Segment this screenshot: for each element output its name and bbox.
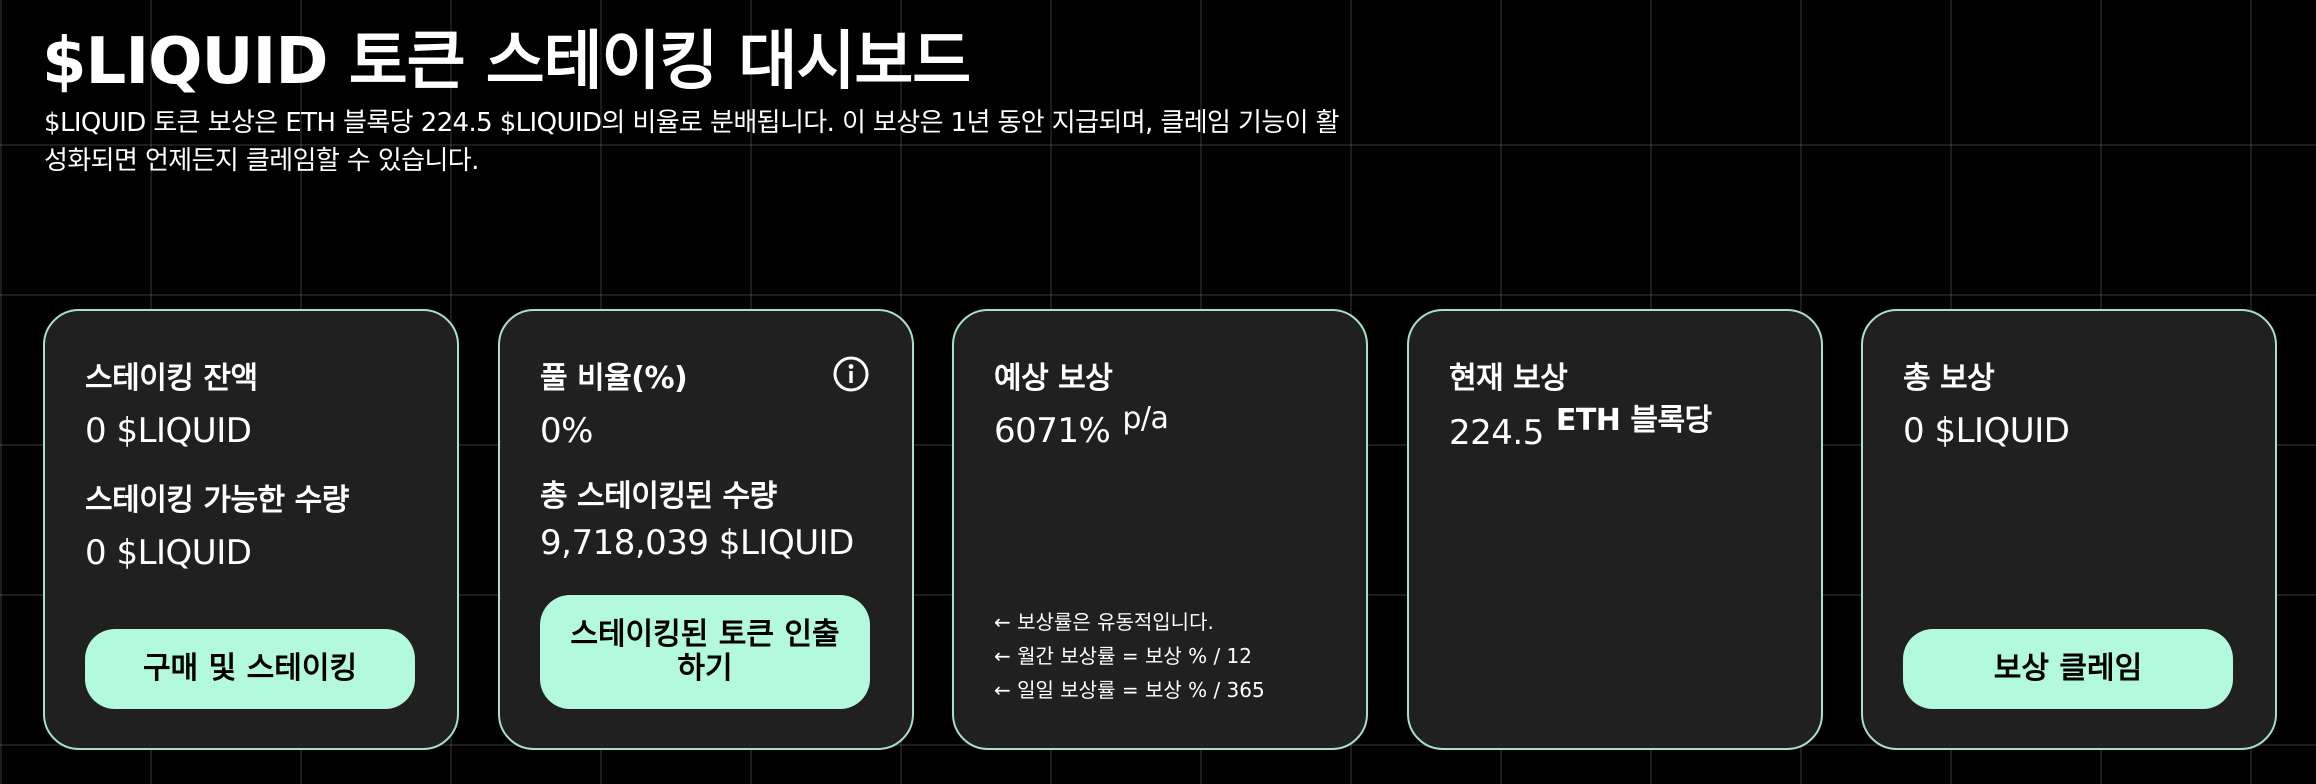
total-reward-value: 0 $LIQUID bbox=[1903, 411, 2070, 451]
buy-and-stake-button[interactable]: 구매 및 스테이킹 bbox=[85, 629, 415, 709]
expected-reward-value-row: 6071% p/a bbox=[994, 401, 1169, 451]
claim-reward-button[interactable]: 보상 클레임 bbox=[1903, 629, 2233, 709]
staking-balance-label: 스테이킹 잔액 bbox=[85, 361, 258, 396]
current-reward-card: 현재 보상 224.5 ETH 블록당 bbox=[1407, 309, 1823, 750]
stakeable-amount-label: 스테이킹 가능한 수량 bbox=[85, 483, 349, 518]
withdraw-staked-tokens-button[interactable]: 스테이킹된 토큰 인출하기 bbox=[540, 595, 870, 709]
pool-ratio-label: 풀 비율(%) bbox=[540, 361, 688, 396]
staking-balance-value: 0 $LIQUID bbox=[85, 411, 252, 451]
pool-ratio-value: 0% bbox=[540, 411, 593, 451]
current-reward-value-row: 224.5 ETH 블록당 bbox=[1449, 403, 1712, 453]
current-reward-value: 224.5 bbox=[1449, 413, 1544, 453]
expected-reward-unit: p/a bbox=[1122, 401, 1169, 436]
stakeable-amount-value: 0 $LIQUID bbox=[85, 533, 252, 573]
staking-balance-card: 스테이킹 잔액 0 $LIQUID 스테이킹 가능한 수량 0 $LIQUID … bbox=[43, 309, 459, 750]
total-reward-card: 총 보상 0 $LIQUID 보상 클레임 bbox=[1861, 309, 2277, 750]
pool-ratio-card: 풀 비율(%) 0% 총 스테이킹된 수량 9,718,039 $LIQUID … bbox=[498, 309, 914, 750]
page-description: $LIQUID 토큰 보상은 ETH 블록당 224.5 $LIQUID의 비율… bbox=[44, 108, 1340, 176]
page-title: $LIQUID 토큰 스테이킹 대시보드 bbox=[42, 25, 971, 99]
expected-reward-value: 6071% bbox=[994, 411, 1111, 451]
total-reward-label: 총 보상 bbox=[1903, 361, 1995, 396]
reward-note-fluctuating: ← 보상률은 유동적입니다. bbox=[994, 610, 1214, 634]
current-reward-unit: ETH 블록당 bbox=[1555, 403, 1712, 438]
expected-reward-card: 예상 보상 6071% p/a ← 보상률은 유동적입니다. ← 월간 보상률 =… bbox=[952, 309, 1368, 750]
expected-reward-label: 예상 보상 bbox=[994, 361, 1113, 396]
current-reward-label: 현재 보상 bbox=[1449, 361, 1568, 396]
total-staked-label: 총 스테이킹된 수량 bbox=[540, 479, 777, 514]
reward-note-daily: ← 일일 보상률 = 보상 % / 365 bbox=[994, 678, 1265, 702]
info-icon[interactable] bbox=[832, 355, 870, 393]
reward-note-monthly: ← 월간 보상률 = 보상 % / 12 bbox=[994, 644, 1253, 668]
dashboard: $LIQUID 토큰 스테이킹 대시보드 $LIQUID 토큰 보상은 ETH … bbox=[0, 0, 2316, 784]
total-staked-value: 9,718,039 $LIQUID bbox=[540, 523, 854, 563]
